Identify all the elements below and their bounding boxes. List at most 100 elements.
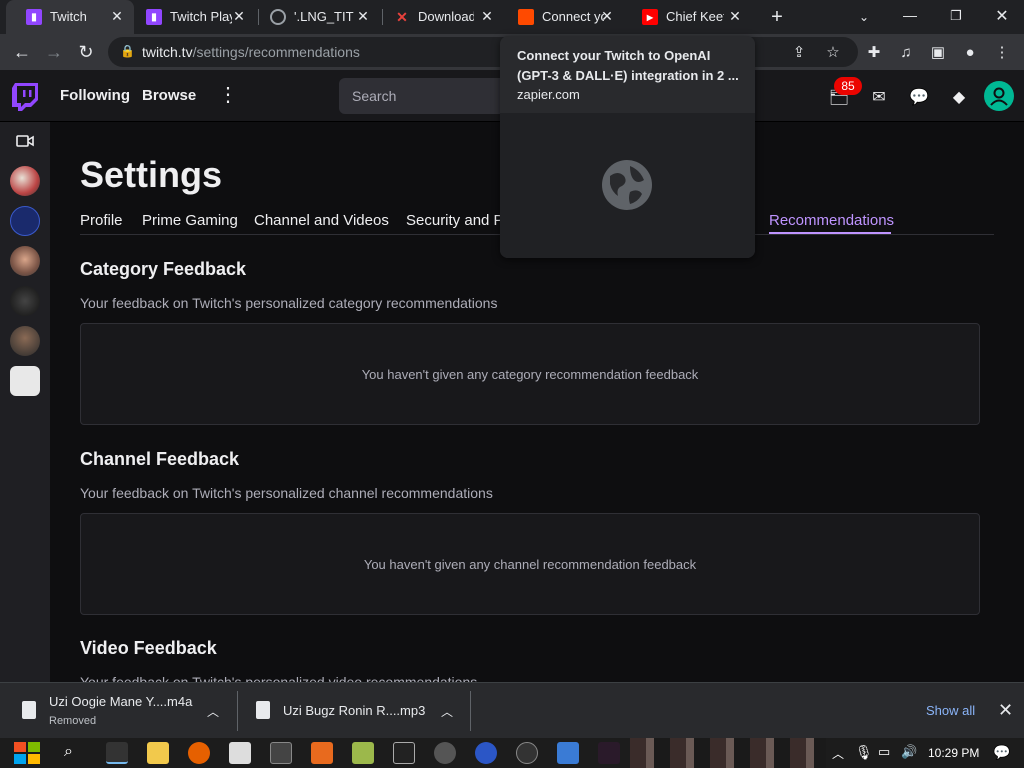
user-avatar[interactable] bbox=[984, 81, 1014, 111]
volume-icon[interactable]: 🔊 bbox=[901, 744, 917, 760]
inbox-icon[interactable]: ✉ bbox=[868, 86, 890, 108]
nav-following-link[interactable]: Following bbox=[60, 87, 130, 104]
tab-channel-and-videos[interactable]: Channel and Videos bbox=[254, 212, 389, 229]
url-text: twitch.tv/settings/recommendations bbox=[142, 44, 360, 60]
notifications-icon[interactable]: 💬 bbox=[993, 744, 1010, 761]
close-icon[interactable]: ✕ bbox=[354, 7, 372, 25]
minimize-button[interactable]: — bbox=[898, 3, 922, 27]
notepad-icon[interactable] bbox=[352, 742, 374, 764]
whispers-icon[interactable]: 💬 bbox=[908, 86, 930, 108]
user-icon bbox=[990, 87, 1008, 106]
nav-browse-link[interactable]: Browse bbox=[142, 87, 196, 104]
tab-label: Chief Keef bbox=[666, 9, 724, 24]
share-icon[interactable]: ⇪ bbox=[788, 41, 810, 63]
file-explorer-icon[interactable] bbox=[147, 742, 169, 764]
chevron-up-icon[interactable]: ︿ bbox=[207, 703, 219, 720]
forward-button[interactable]: → bbox=[42, 40, 66, 64]
channel-avatar[interactable] bbox=[10, 166, 40, 196]
browser-tab-lng-title[interactable]: '.LNG_TITLE ✕ bbox=[250, 0, 380, 34]
browser-tab-chief-keef[interactable]: ▶ Chief Keef ✕ bbox=[622, 0, 752, 34]
download-status: Removed bbox=[49, 715, 97, 727]
file-icon bbox=[22, 701, 36, 719]
divider bbox=[470, 691, 471, 731]
download-file-name: Uzi Bugz Ronin R....mp3 bbox=[283, 703, 426, 718]
tab-label: Twitch bbox=[50, 9, 87, 24]
search-input[interactable]: Search bbox=[339, 78, 519, 114]
tab-search-icon[interactable]: ⌄ bbox=[852, 5, 876, 29]
chevron-up-icon[interactable]: ︿ bbox=[441, 703, 453, 720]
tab-prime-gaming[interactable]: Prime Gaming bbox=[142, 212, 238, 229]
clock[interactable]: 10:29 PM bbox=[928, 746, 979, 760]
network-icon[interactable]: ▭ bbox=[878, 744, 890, 760]
restore-button[interactable]: ❐ bbox=[944, 4, 968, 28]
microphone-icon[interactable]: 🎙 bbox=[855, 744, 873, 761]
lock-icon: 🔒 bbox=[120, 44, 135, 58]
reload-button[interactable]: ↻ bbox=[74, 40, 98, 64]
tab-security-and-privacy[interactable]: Security and P bbox=[406, 212, 504, 229]
section-title: Category Feedback bbox=[80, 259, 247, 279]
browser-tab-download[interactable]: ✕ Download ✕ bbox=[374, 0, 504, 34]
media-player-icon[interactable] bbox=[434, 742, 456, 764]
channel-avatar[interactable] bbox=[10, 246, 40, 276]
channel-feedback-panel: You haven't given any channel recommenda… bbox=[80, 513, 980, 615]
back-button[interactable]: ← bbox=[10, 40, 34, 64]
close-icon[interactable]: ✕ bbox=[726, 7, 744, 25]
new-tab-button[interactable]: + bbox=[765, 5, 789, 29]
close-window-button[interactable]: ✕ bbox=[990, 4, 1014, 28]
close-icon[interactable]: ✕ bbox=[478, 7, 496, 25]
bookmark-star-icon[interactable]: ☆ bbox=[822, 41, 844, 63]
active-tab-indicator bbox=[769, 232, 891, 234]
category-feedback-panel: You haven't given any category recommend… bbox=[80, 323, 980, 425]
close-icon[interactable]: ✕ bbox=[230, 7, 248, 25]
download-item[interactable]: Uzi Bugz Ronin R....mp3 ︿ bbox=[238, 683, 470, 739]
zapier-icon bbox=[518, 9, 534, 25]
chrome-taskbar-icon[interactable] bbox=[106, 742, 128, 764]
firefox-icon[interactable] bbox=[188, 742, 210, 764]
close-icon[interactable]: ✕ bbox=[108, 7, 126, 25]
download-file-name: Uzi Oogie Mane Y....m4a bbox=[49, 694, 193, 709]
tab-hover-card: Connect your Twitch to OpenAI (GPT-3 & D… bbox=[500, 36, 755, 258]
channel-avatar[interactable] bbox=[10, 286, 40, 316]
7zip-icon[interactable] bbox=[393, 742, 415, 764]
globe-icon bbox=[602, 160, 652, 210]
tab-recommendations[interactable]: Recommendations bbox=[769, 212, 894, 229]
side-panel-icon[interactable]: ▣ bbox=[927, 41, 949, 63]
media-controls-icon[interactable]: ♫ bbox=[895, 41, 917, 63]
chevron-up-icon[interactable]: ︿ bbox=[832, 745, 844, 762]
empty-state-text: You haven't given any channel recommenda… bbox=[363, 556, 697, 572]
app-icon[interactable] bbox=[557, 742, 579, 764]
browser-tab-twitch[interactable]: ▮ Twitch ✕ bbox=[6, 0, 134, 34]
taskbar-thumbnails[interactable] bbox=[630, 738, 826, 768]
browser-tab-twitch-player[interactable]: ▮ Twitch Playe ✕ bbox=[126, 0, 256, 34]
tab-label: '.LNG_TITLE bbox=[294, 9, 354, 24]
bits-icon[interactable]: ◆ bbox=[948, 86, 970, 108]
extensions-icon[interactable]: ✚ bbox=[863, 41, 885, 63]
close-icon[interactable]: ✕ bbox=[598, 7, 616, 25]
x-logo-icon[interactable] bbox=[598, 742, 620, 764]
app-icon[interactable] bbox=[311, 742, 333, 764]
close-icon[interactable]: ✕ bbox=[998, 700, 1013, 721]
app-icon[interactable] bbox=[229, 742, 251, 764]
app-icon[interactable] bbox=[516, 742, 538, 764]
file-icon bbox=[256, 701, 270, 719]
profile-icon[interactable]: ● bbox=[959, 41, 981, 63]
download-item[interactable]: Uzi Oogie Mane Y....m4a Removed ︿ bbox=[0, 683, 236, 739]
show-all-downloads-link[interactable]: Show all bbox=[926, 703, 975, 718]
browser-tab-connect-zapier[interactable]: Connect yo ✕ bbox=[498, 0, 624, 34]
channel-avatar[interactable] bbox=[10, 366, 40, 396]
windows-start-icon[interactable] bbox=[12, 741, 42, 765]
tab-profile[interactable]: Profile bbox=[80, 212, 123, 229]
video-camera-icon[interactable] bbox=[16, 134, 34, 148]
terminal-icon[interactable] bbox=[270, 742, 292, 764]
more-options-icon[interactable]: ⋮ bbox=[218, 84, 238, 108]
channel-avatar[interactable] bbox=[10, 206, 40, 236]
channel-avatar[interactable] bbox=[10, 326, 40, 356]
download-shelf: Uzi Oogie Mane Y....m4a Removed ︿ Uzi Bu… bbox=[0, 682, 1024, 738]
search-icon[interactable]: ⌕ bbox=[64, 743, 73, 761]
chrome-menu-icon[interactable]: ⋮ bbox=[991, 41, 1013, 63]
hover-card-domain: zapier.com bbox=[517, 87, 580, 102]
search-placeholder: Search bbox=[352, 88, 397, 104]
app-icon[interactable] bbox=[475, 742, 497, 764]
hover-card-title: Connect your Twitch to OpenAI (GPT-3 & D… bbox=[517, 48, 739, 83]
twitch-logo-icon[interactable] bbox=[12, 83, 38, 111]
